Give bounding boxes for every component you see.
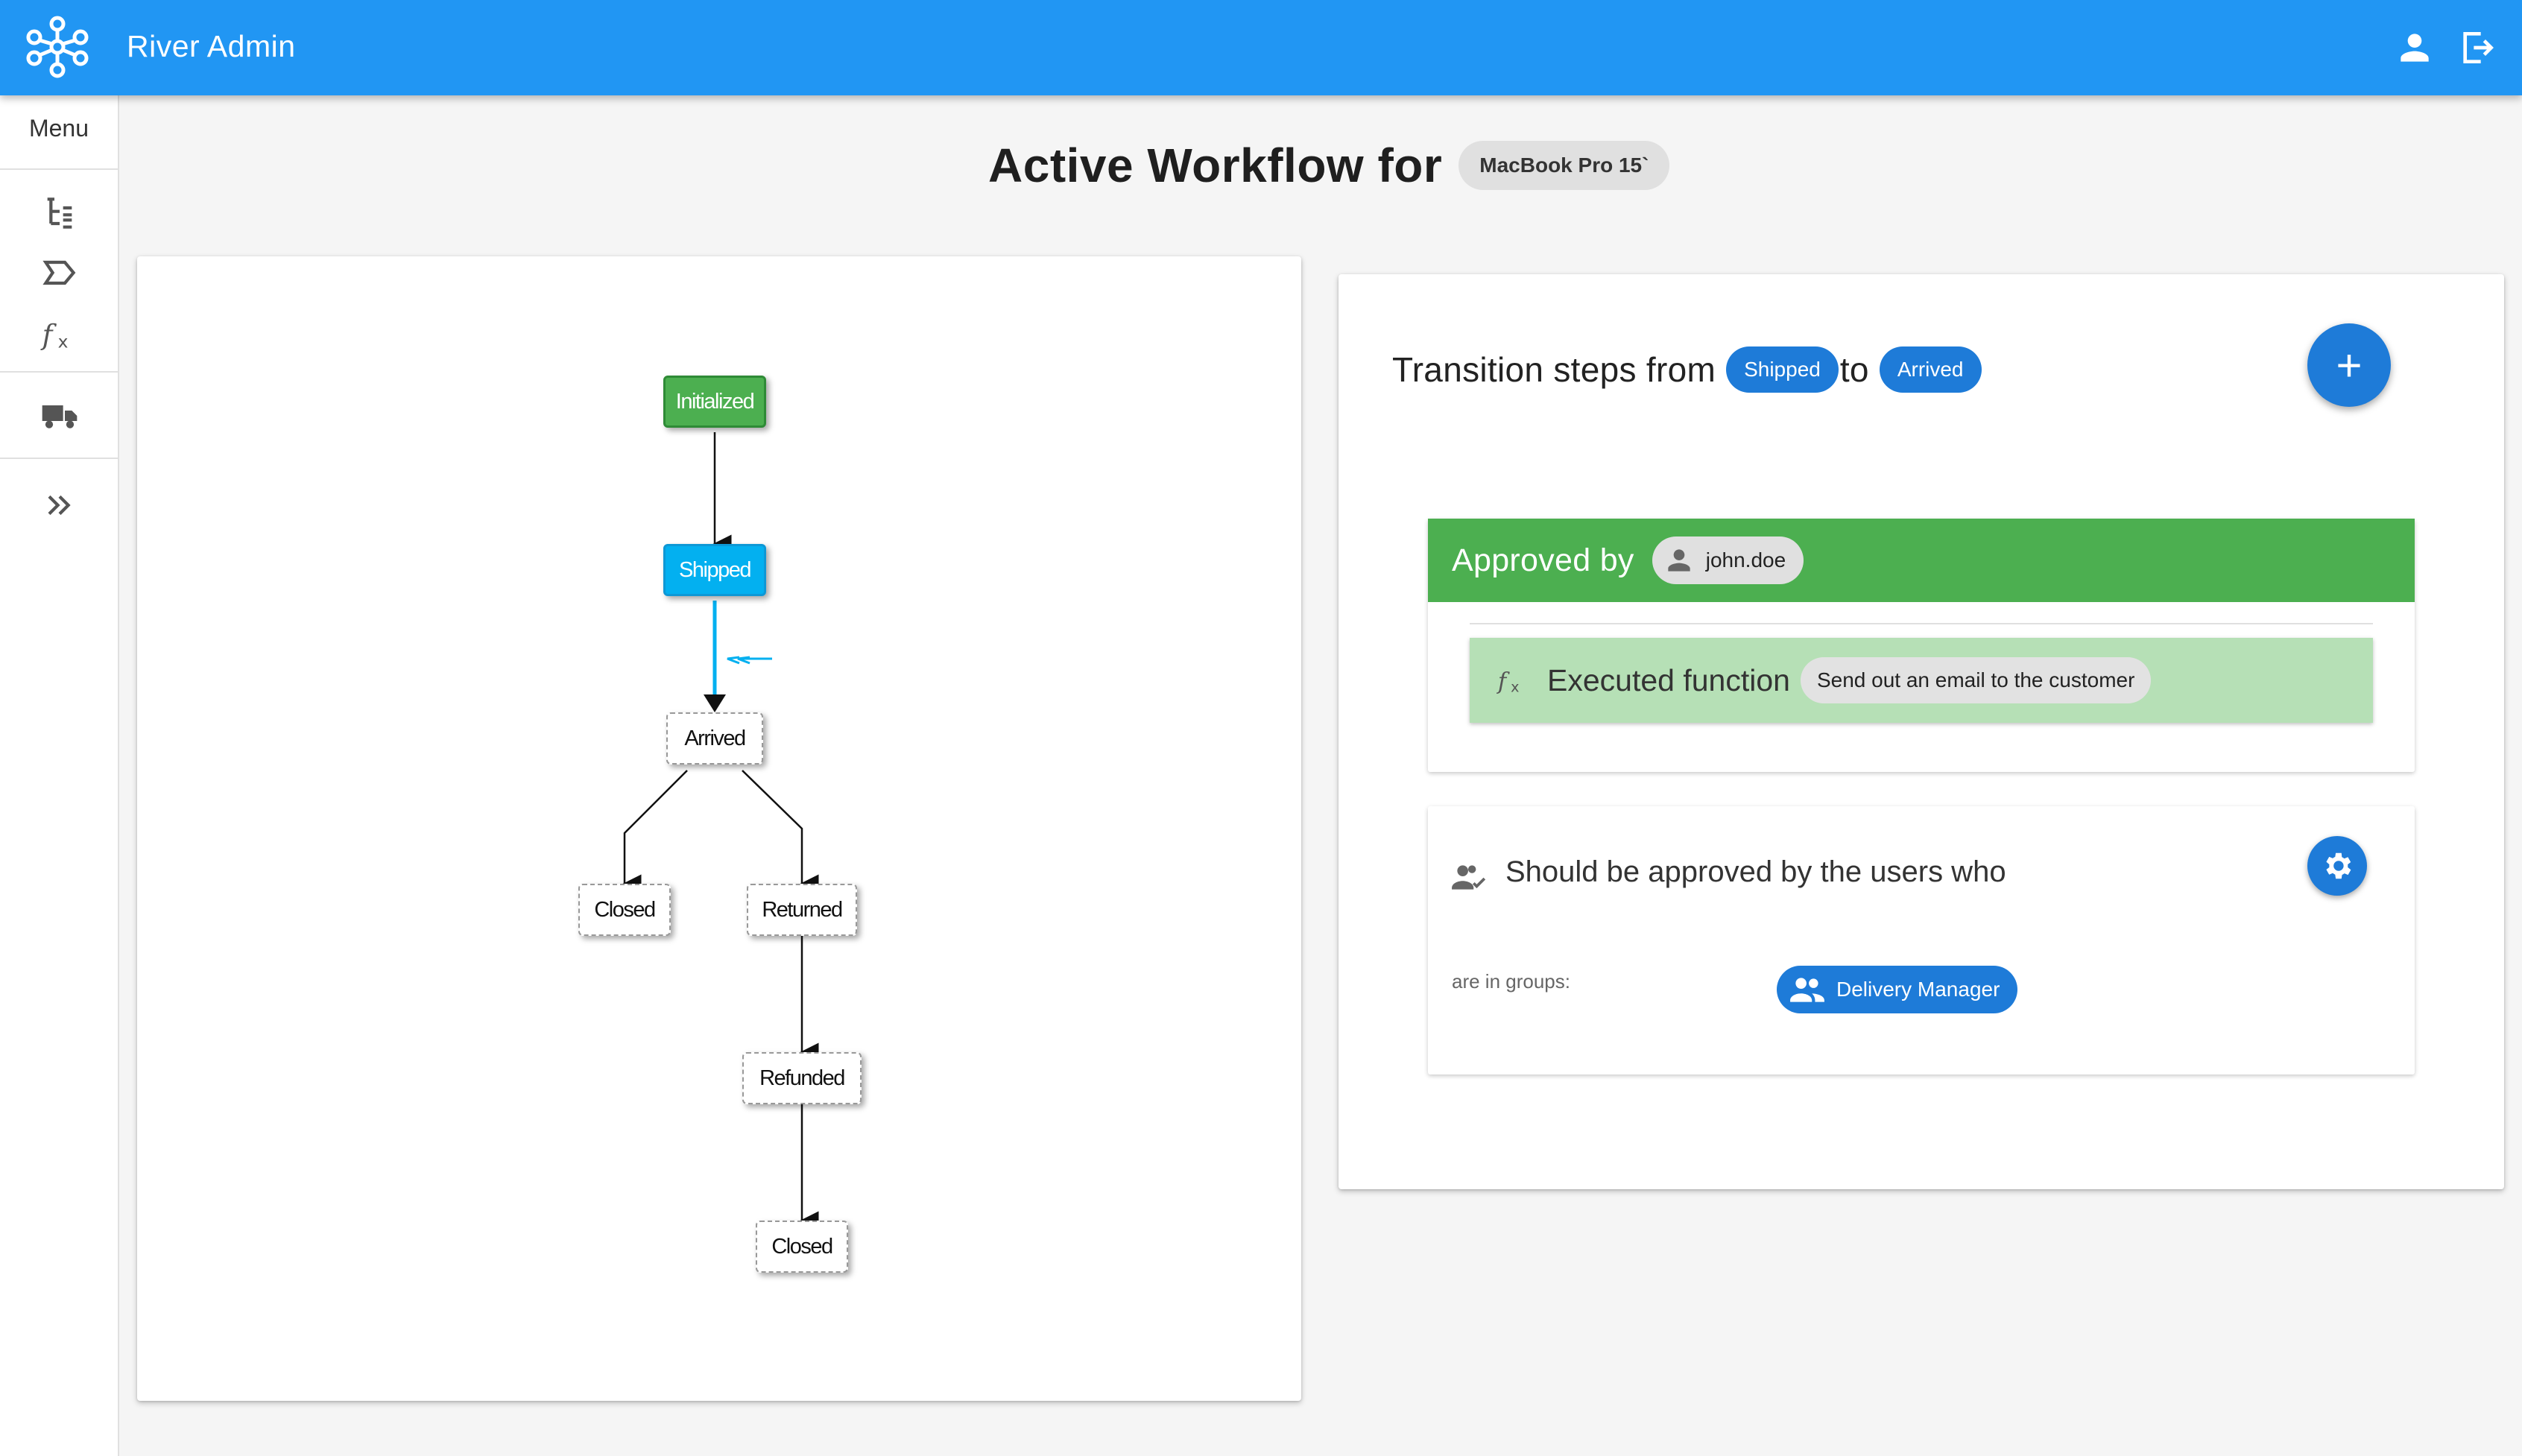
people-icon bbox=[1790, 978, 1824, 1002]
group-chip[interactable]: Delivery Manager bbox=[1777, 966, 2018, 1013]
approval-rule-card: Should be approved by the users who are … bbox=[1428, 806, 2415, 1074]
state-node-closed[interactable]: Closed bbox=[578, 884, 671, 936]
hook-box: fx Executed function Send out an email t… bbox=[1470, 638, 2373, 723]
approver-chip[interactable]: john.doe bbox=[1652, 536, 1804, 584]
side-navigation: Menu fx bbox=[0, 95, 119, 1456]
group-name: Delivery Manager bbox=[1836, 978, 2000, 1001]
page-heading: Active Workflow for bbox=[988, 139, 1443, 192]
svg-text:f: f bbox=[1497, 669, 1510, 695]
function-fx-icon: fx bbox=[1497, 669, 1520, 696]
app-title: River Admin bbox=[127, 29, 296, 63]
add-step-button[interactable]: + bbox=[2307, 323, 2391, 407]
state-node-initialized[interactable]: Initialized bbox=[663, 376, 766, 428]
hook-function-chip[interactable]: Send out an email to the customer bbox=[1800, 657, 2152, 703]
edge-arrived-closed bbox=[622, 770, 688, 893]
workflow-edges bbox=[622, 432, 819, 1230]
gear-icon bbox=[2326, 852, 2351, 879]
expand-chevrons-icon[interactable] bbox=[39, 484, 80, 526]
approved-by-label: Approved by bbox=[1452, 542, 1634, 578]
state-node-arrived[interactable]: Arrived bbox=[666, 712, 763, 765]
hook-divider bbox=[1470, 623, 2373, 624]
state-node-shipped[interactable]: Shipped bbox=[663, 544, 766, 596]
transition-joiner: to bbox=[1839, 350, 1869, 389]
approver-name: john.doe bbox=[1705, 548, 1786, 572]
approval-rule-text: Should be approved by the users who bbox=[1505, 855, 2006, 888]
state-node-refunded[interactable]: Refunded bbox=[742, 1052, 862, 1104]
truck-icon[interactable] bbox=[39, 395, 80, 437]
approval-card: Approved by john.doe fx Executed functio… bbox=[1428, 519, 2415, 772]
network-logo-icon[interactable] bbox=[25, 15, 89, 79]
state-node-returned[interactable]: Returned bbox=[747, 884, 857, 936]
groups-label: are in groups: bbox=[1452, 970, 1570, 993]
account-icon[interactable] bbox=[2394, 27, 2436, 69]
function-fx-icon[interactable]: fx bbox=[39, 313, 80, 355]
group-check-icon bbox=[1452, 865, 1486, 890]
svg-text:f: f bbox=[40, 318, 57, 351]
page-title: Active Workflow for MacBook Pro 15` bbox=[988, 136, 1670, 195]
logout-icon[interactable] bbox=[2456, 27, 2498, 69]
app-bar: River Admin bbox=[0, 0, 2522, 95]
state-tag-icon[interactable] bbox=[39, 252, 80, 294]
destination-state-chip[interactable]: Arrived bbox=[1879, 346, 1982, 393]
flow-direction-icon bbox=[727, 656, 772, 665]
workflow-object-chip: MacBook Pro 15` bbox=[1458, 141, 1670, 190]
transition-header: Transition steps from Shipped to Arrived bbox=[1392, 343, 1982, 396]
state-node-closed-final[interactable]: Closed bbox=[756, 1221, 848, 1273]
person-icon bbox=[1668, 549, 1690, 572]
source-state-chip[interactable]: Shipped bbox=[1726, 346, 1839, 393]
workflow-graph-panel: Initialized Shipped Arrived Closed Retur… bbox=[137, 256, 1301, 1401]
nav-divider bbox=[0, 458, 118, 459]
approval-header: Approved by john.doe bbox=[1428, 519, 2415, 602]
nav-divider bbox=[0, 371, 118, 373]
transition-prefix: Transition steps from bbox=[1392, 350, 1716, 389]
workflow-tree-icon[interactable] bbox=[39, 192, 80, 234]
transition-steps-panel: Transition steps from Shipped to Arrived… bbox=[1339, 274, 2504, 1189]
edge-shipped-arrived-arrowhead bbox=[704, 694, 726, 712]
menu-label: Menu bbox=[28, 115, 89, 142]
svg-text:x: x bbox=[1511, 678, 1519, 695]
settings-button[interactable] bbox=[2307, 836, 2367, 896]
nav-divider bbox=[0, 168, 118, 170]
hook-label: Executed function bbox=[1547, 662, 1790, 697]
edge-arrived-returned bbox=[742, 770, 819, 893]
svg-text:x: x bbox=[58, 332, 69, 352]
